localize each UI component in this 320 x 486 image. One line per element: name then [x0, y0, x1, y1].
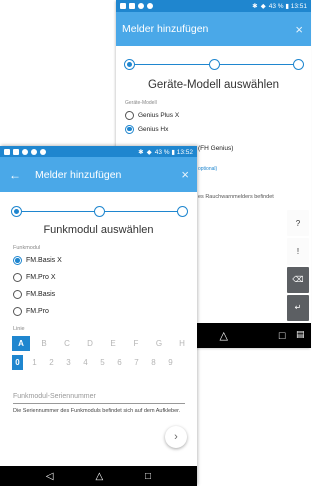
letter-option[interactable]: H [173, 336, 191, 351]
radio-button-selected[interactable] [13, 256, 22, 265]
digit-option[interactable]: 4 [80, 355, 91, 370]
digit-option[interactable]: 0 [12, 355, 23, 370]
linie-label: Linie [13, 326, 25, 332]
phone-screen-radio-module: ✱ ◆ 43 % ▮ 13:52 ← Melder hinzufügen × F… [0, 146, 197, 486]
bluetooth-icon: ✱ [138, 148, 144, 156]
home-icon[interactable]: △ [95, 471, 103, 482]
recents-icon[interactable]: □ [145, 471, 151, 482]
letter-picker: A B C D E F G H [12, 336, 197, 351]
radio-button[interactable] [13, 290, 22, 299]
key-exclamation[interactable]: ! [287, 238, 309, 265]
next-button[interactable]: › [165, 426, 187, 448]
close-icon[interactable]: × [181, 168, 189, 181]
step-2-indicator [94, 205, 105, 217]
digit-option[interactable]: 5 [97, 355, 108, 370]
letter-option[interactable]: D [81, 336, 99, 351]
notification-icon [129, 3, 135, 9]
status-bar: ✱ ◆ 43 % ▮ 13:51 [116, 0, 311, 12]
radio-button[interactable] [13, 273, 22, 282]
letter-option[interactable]: E [104, 336, 122, 351]
model-hint: es Rauchwarnmelders befindet [198, 194, 274, 200]
step-3-indicator [177, 205, 188, 217]
letter-option[interactable]: C [58, 336, 76, 351]
digit-option[interactable]: 9 [165, 355, 176, 370]
serial-number-hint: Die Seriennummer des Funkmoduls befindet… [13, 408, 181, 414]
back-arrow-icon[interactable]: ← [9, 168, 21, 182]
wifi-icon: ◆ [146, 148, 152, 156]
backspace-key[interactable]: ⌫ [287, 266, 309, 293]
keyboard-icon[interactable]: ▤ [296, 329, 305, 340]
notification-icon [120, 3, 126, 9]
bluetooth-icon: ✱ [252, 3, 258, 10]
letter-option[interactable]: F [127, 336, 145, 351]
status-time: 43 % ▮ 13:51 [268, 3, 307, 10]
digit-option[interactable]: 7 [131, 355, 142, 370]
optional-label: optional) [198, 166, 218, 172]
digit-option[interactable]: 3 [63, 355, 74, 370]
screen-title: Melder hinzufügen [35, 168, 122, 181]
notification-icon [13, 148, 19, 155]
recents-icon[interactable]: □ [279, 330, 286, 342]
progress-stepper [124, 57, 304, 71]
digit-picker: 0 1 2 3 4 5 6 7 8 9 [12, 355, 197, 370]
radio-option-genius-hx[interactable]: Genius Hx [125, 124, 311, 134]
screen-title: Melder hinzufügen [122, 23, 209, 35]
radio-option-fm-basis[interactable]: FM.Basis [13, 289, 197, 300]
notification-icon [22, 148, 28, 155]
step-title: Funkmodul auswählen [43, 224, 154, 236]
app-bar: ← Melder hinzufügen × [0, 157, 197, 192]
status-time: 43 % ▮ 13:52 [154, 148, 193, 156]
serial-number-input[interactable]: Funkmodul-Seriennummer [13, 393, 185, 404]
step-2-indicator [208, 58, 220, 70]
back-icon[interactable]: ◁ [46, 471, 54, 482]
key-question[interactable]: ? [287, 210, 309, 237]
notification-icon [31, 148, 37, 155]
digit-option[interactable]: 2 [46, 355, 57, 370]
progress-stepper [11, 204, 188, 218]
home-icon[interactable]: △ [219, 329, 227, 342]
radio-button-selected[interactable] [125, 124, 134, 134]
enter-key[interactable]: ↵ [287, 294, 309, 321]
step-3-indicator [293, 58, 304, 70]
app-bar: Melder hinzufügen × [116, 12, 311, 46]
field-label: Funkmodul [13, 245, 41, 251]
notification-icon [4, 148, 10, 155]
wifi-icon: ◆ [260, 3, 266, 10]
radio-button[interactable] [125, 110, 134, 120]
notification-icon [138, 3, 144, 9]
close-icon[interactable]: × [295, 23, 303, 36]
model-option-partial: (FH Genius) [198, 145, 234, 152]
radio-option-fm-pro[interactable]: FM.Pro [13, 306, 197, 317]
field-label: Geräte-Modell [125, 100, 157, 106]
letter-option[interactable]: A [12, 336, 30, 351]
step-title: Geräte-Modell auswählen [147, 79, 280, 91]
digit-option[interactable]: 8 [148, 355, 159, 370]
notification-icon [147, 3, 153, 9]
radio-option-fm-pro-x[interactable]: FM.Pro X [13, 272, 197, 283]
letter-option[interactable]: B [35, 336, 53, 351]
step-1-indicator [124, 58, 135, 70]
radio-option-fm-basis-x[interactable]: FM.Basis X [13, 255, 197, 266]
step-1-indicator [11, 205, 22, 217]
chevron-right-icon: › [174, 431, 178, 443]
radio-option-genius-plus-x[interactable]: Genius Plus X [125, 110, 311, 120]
letter-option[interactable]: G [150, 336, 168, 351]
status-bar: ✱ ◆ 43 % ▮ 13:52 [0, 146, 197, 157]
system-nav-bar: ◁ △ □ [0, 466, 197, 486]
digit-option[interactable]: 6 [114, 355, 125, 370]
radio-button[interactable] [13, 307, 22, 316]
keypad-side-column: ? ! ⌫ ↵ [287, 210, 309, 321]
notification-icon [40, 148, 46, 155]
digit-option[interactable]: 1 [29, 355, 40, 370]
